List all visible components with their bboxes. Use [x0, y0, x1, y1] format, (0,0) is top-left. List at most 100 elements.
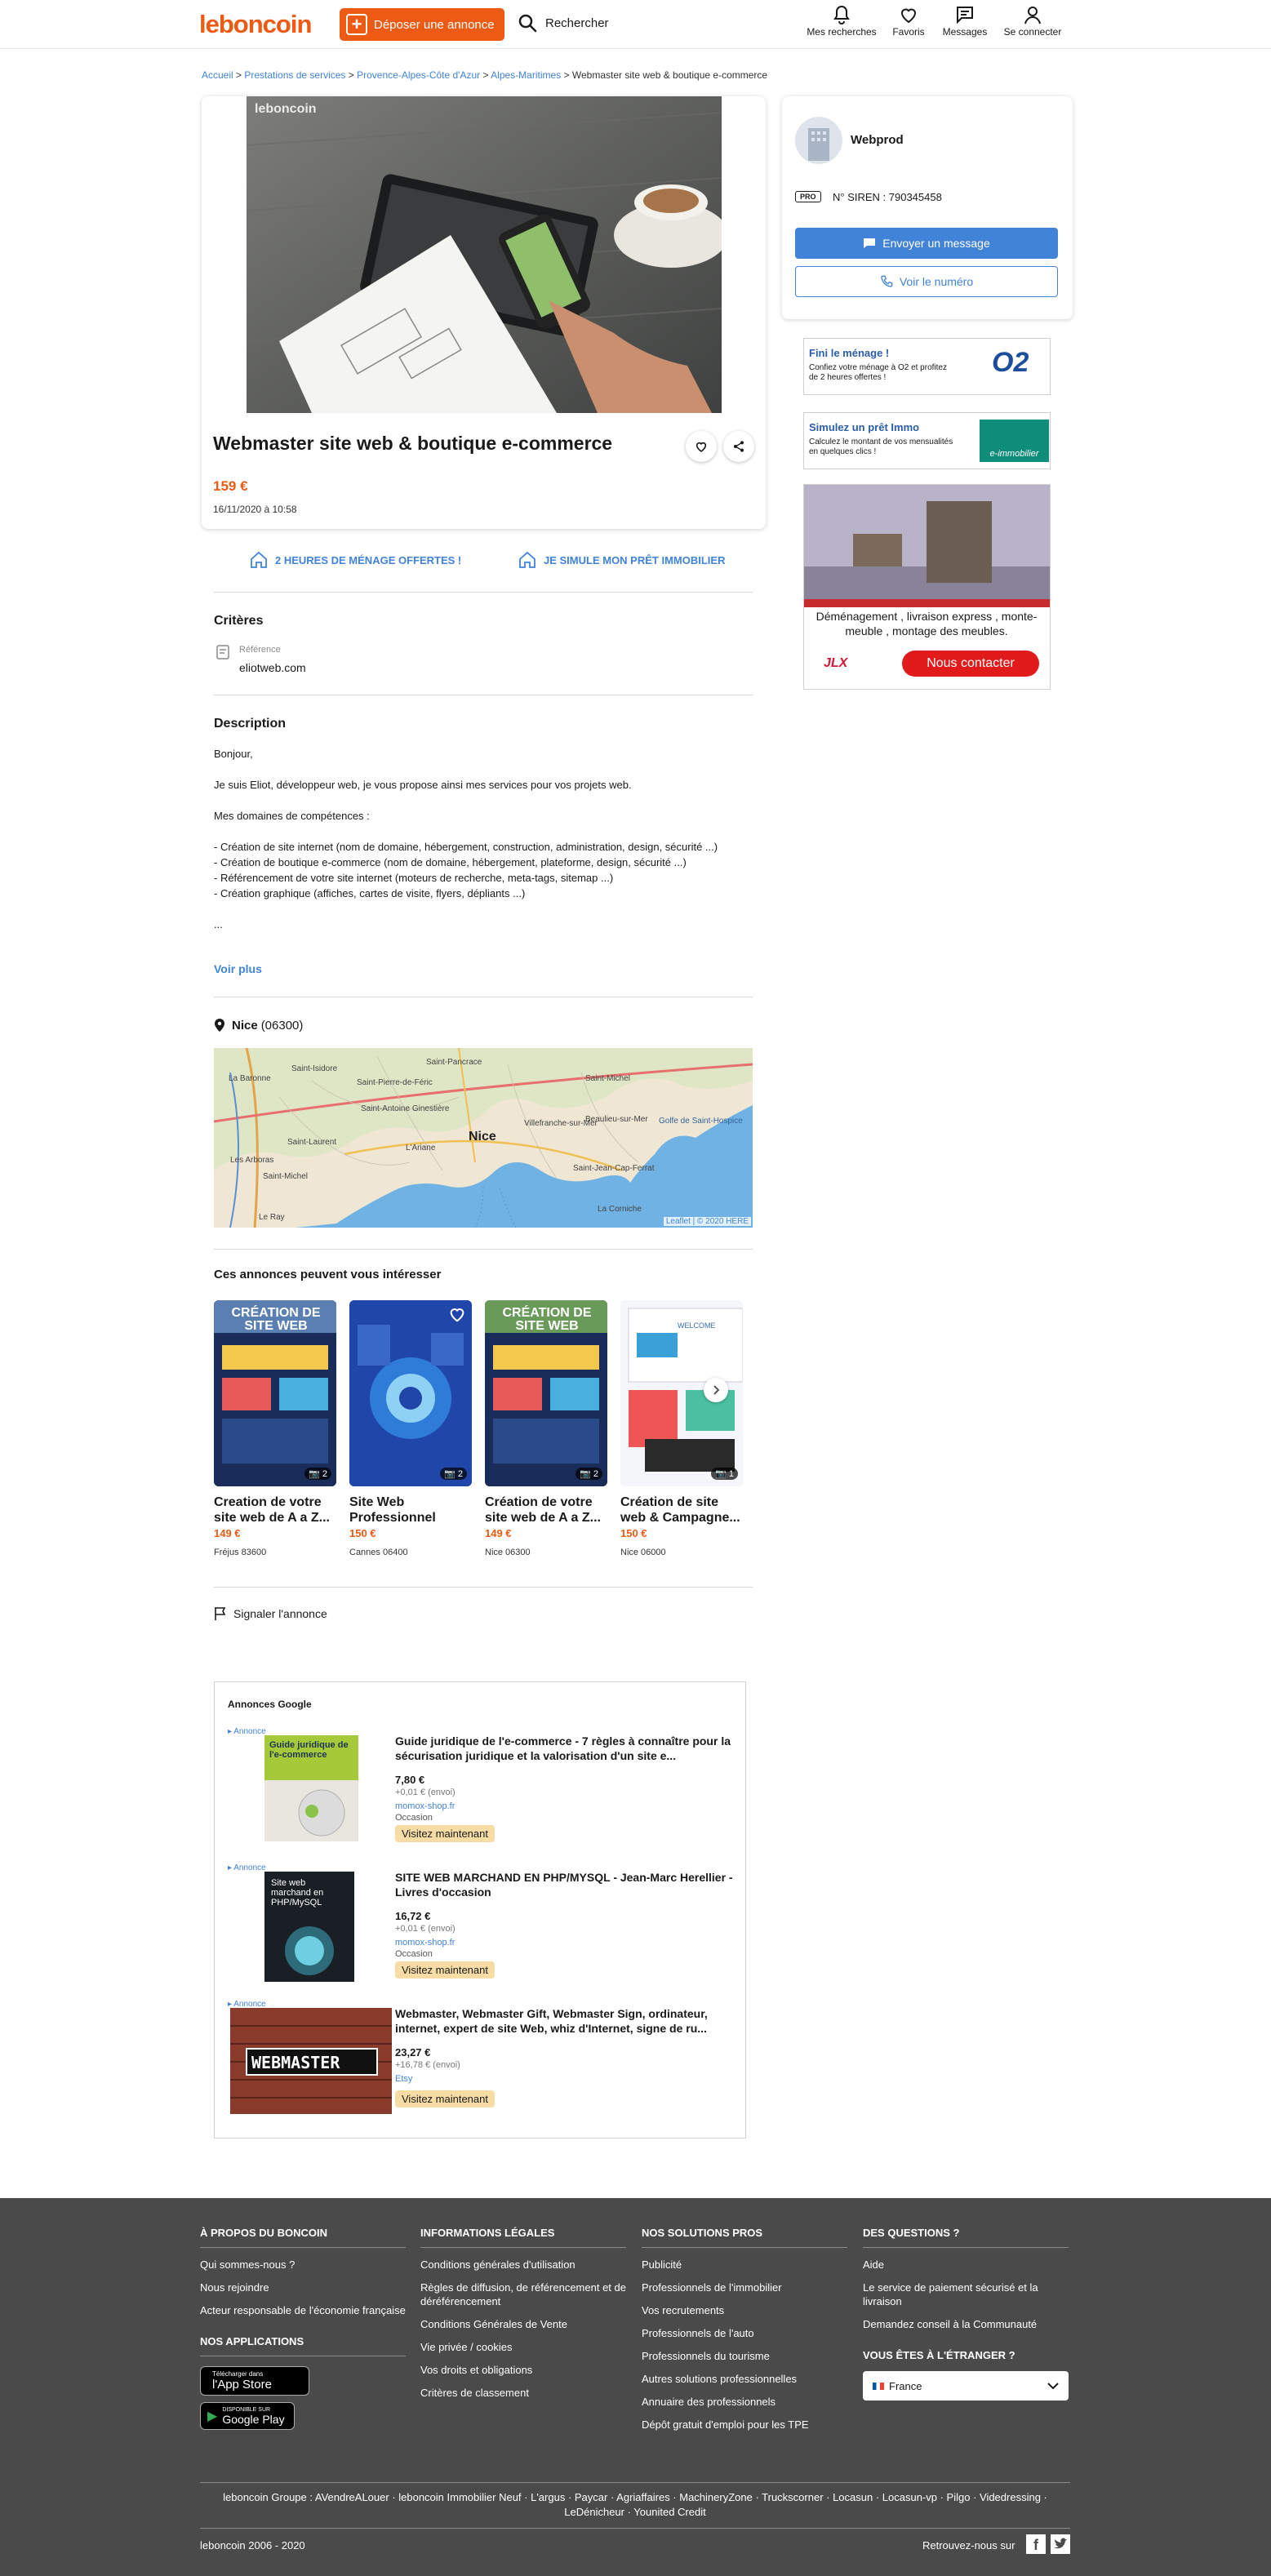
footer-link[interactable]: Professionnels du tourisme — [642, 2349, 847, 2363]
related-ad-card[interactable]: CRÉATION DE SITE WEB 📷 2 Creation de vot… — [214, 1300, 336, 1557]
twitter-icon[interactable] — [1051, 2534, 1070, 2554]
footer-link[interactable]: Acteur responsable de l'économie françai… — [200, 2303, 406, 2317]
footer-link[interactable]: Critères de classement — [420, 2386, 626, 2400]
share-button[interactable] — [723, 431, 754, 462]
description-paragraph: ... — [214, 918, 223, 930]
play-icon: ▶ — [207, 2409, 218, 2423]
search-label: Rechercher — [545, 16, 609, 30]
footer-link[interactable]: Publicité — [642, 2258, 847, 2272]
description-body: Bonjour, Je suis Eliot, développeur web,… — [214, 746, 753, 932]
message-icon — [957, 7, 973, 24]
side-ad-title: Fini le ménage ! — [809, 347, 890, 359]
report-ad-label: Signaler l'annonce — [233, 1607, 327, 1620]
seller-avatar[interactable] — [795, 117, 842, 164]
footer-link[interactable]: Aide — [863, 2258, 1069, 2272]
house-icon — [519, 551, 536, 568]
send-message-button[interactable]: Envoyer un message — [795, 228, 1058, 259]
post-ad-button[interactable]: + Déposer une annonce — [340, 8, 504, 41]
footer-link[interactable]: Vie privée / cookies — [420, 2340, 626, 2354]
footer-link[interactable]: Professionnels de l'immobilier — [642, 2281, 847, 2294]
footer-col-questions: DES QUESTIONS ? Aide Le service de paiem… — [863, 2227, 1069, 2401]
google-ad-item[interactable]: ▸ Annonce WEBMASTER Webmaster, Webmaster… — [228, 2000, 734, 2130]
breadcrumb-link[interactable]: Prestations de services — [244, 69, 345, 81]
related-ad-location: Cannes 06400 — [349, 1548, 408, 1557]
favorite-button[interactable] — [686, 431, 717, 462]
footer-link[interactable]: Règles de diffusion, de référencement et… — [420, 2281, 626, 2308]
seller-siren: N° SIREN : 790345458 — [833, 191, 942, 203]
map-attribution[interactable]: Leaflet | © 2020 HERE — [663, 1217, 751, 1226]
footer-link[interactable]: Annuaire des professionnels — [642, 2395, 847, 2409]
google-ad-item[interactable]: ▸ Annonce Site web marchand en PHP/MySQL… — [228, 1863, 734, 1994]
footer-link[interactable]: Vos recrutements — [642, 2303, 847, 2317]
nav-label: Se connecter — [1003, 26, 1062, 38]
footer-divider — [200, 2482, 1070, 2483]
breadcrumb-link[interactable]: Accueil — [202, 69, 233, 81]
side-ad-mortgage[interactable]: Simulez un prêt Immo Calculez le montant… — [803, 412, 1051, 469]
show-phone-button[interactable]: Voir le numéro — [795, 266, 1058, 297]
footer-link[interactable]: Professionnels de l'auto — [642, 2326, 847, 2340]
side-ad-o2[interactable]: Fini le ménage ! Confiez votre ménage à … — [803, 338, 1051, 395]
seller-name[interactable]: Webprod — [851, 133, 904, 147]
footer-link[interactable]: Demandez conseil à la Communauté — [863, 2317, 1069, 2331]
leboncoin-logo[interactable]: leboncoin — [199, 10, 312, 39]
google-ad-item[interactable]: ▸ Annonce Guide juridique de l'e-commerc… — [228, 1727, 734, 1858]
group-links[interactable]: leboncoin Groupe : AVendreALouer · lebon… — [200, 2490, 1070, 2520]
footer-col-about: À PROPOS DU BONCOIN Qui sommes-nous ? No… — [200, 2227, 406, 2430]
nav-login[interactable]: Se connecter — [992, 5, 1073, 38]
phone-icon — [881, 275, 893, 287]
footer-link[interactable]: Autres solutions professionnelles — [642, 2372, 847, 2386]
ad-photo[interactable]: leboncoin — [247, 96, 722, 413]
footer-link[interactable]: Conditions Générales de Vente — [420, 2317, 626, 2331]
visit-now-button[interactable]: Visitez maintenant — [395, 1825, 495, 1842]
see-more-link[interactable]: Voir plus — [214, 962, 262, 975]
ad-price: 159 € — [213, 478, 248, 494]
footer-link[interactable]: Le service de paiement sécurisé et la li… — [863, 2281, 1069, 2308]
related-ad-image-text: CRÉATION DE SITE WEB — [502, 1306, 592, 1333]
google-ad-condition: Occasion — [395, 1813, 433, 1823]
carousel-next-button[interactable] — [704, 1378, 728, 1402]
side-ad-moving[interactable]: Déménagement , livraison express , monte… — [803, 484, 1051, 690]
google-ad-store: momox-shop.fr — [395, 1938, 456, 1948]
heart-icon — [900, 8, 917, 24]
france-flag-icon — [873, 2382, 884, 2390]
related-ad-card[interactable]: WELCOME 📷 1 Création de site web & Campa… — [620, 1300, 743, 1557]
flag-icon — [215, 1607, 226, 1620]
contact-us-button[interactable]: Nous contacter — [902, 651, 1039, 677]
visit-now-button[interactable]: Visitez maintenant — [395, 1961, 495, 1979]
footer-link[interactable]: Vos droits et obligations — [420, 2363, 626, 2377]
heart-icon — [695, 442, 707, 453]
map-label: Beaulieu-sur-Mer — [585, 1115, 648, 1124]
related-ad-image-text: WELCOME — [678, 1321, 716, 1330]
search-button[interactable]: Rechercher — [518, 13, 609, 33]
facebook-icon[interactable]: f — [1026, 2534, 1046, 2554]
related-ad-card[interactable]: 📷 2 Site Web Professionnel 150 € Cannes … — [349, 1300, 472, 1557]
country-select[interactable]: France — [863, 2371, 1069, 2401]
photo-count-badge: 📷 1 — [711, 1468, 738, 1480]
heart-icon[interactable] — [447, 1305, 467, 1323]
promo-link-mortgage[interactable]: JE SIMULE MON PRÊT IMMOBILIER — [518, 550, 725, 570]
site-header: leboncoin + Déposer une annonce Recherch… — [0, 0, 1271, 49]
post-ad-label: Déposer une annonce — [374, 17, 495, 32]
google-ad-image: WEBMASTER — [230, 2008, 392, 2114]
location-map[interactable]: La Baronne Saint-Isidore Saint-Pierre-de… — [214, 1048, 753, 1228]
related-ad-card[interactable]: CRÉATION DE SITE WEB 📷 2 Création de vot… — [485, 1300, 607, 1557]
footer-link[interactable]: Dépôt gratuit d'emploi pour les TPE — [642, 2418, 847, 2432]
promo-link-cleaning[interactable]: 2 HEURES DE MÉNAGE OFFERTES ! — [249, 550, 461, 570]
nav-label: Messages — [942, 26, 988, 38]
related-ad-title: Création de votre site web de A a Z... — [485, 1495, 601, 1525]
google-play-badge[interactable]: ▶ DISPONIBLE SUR Google Play — [200, 2402, 295, 2430]
report-ad-link[interactable]: Signaler l'annonce — [214, 1606, 327, 1621]
related-ad-image-text: CRÉATION DE SITE WEB — [231, 1306, 321, 1333]
map-label: Golfe de Saint-Hospice — [659, 1117, 743, 1126]
map-label: Saint-Michel — [585, 1074, 630, 1083]
breadcrumb-link[interactable]: Provence-Alpes-Côte d'Azur — [357, 69, 480, 81]
footer-link[interactable]: Conditions générales d'utilisation — [420, 2258, 626, 2272]
breadcrumb-link[interactable]: Alpes-Maritimes — [491, 69, 561, 81]
google-ad-image: Site web marchand en PHP/MySQL — [264, 1872, 354, 1982]
visit-now-button[interactable]: Visitez maintenant — [395, 2090, 495, 2107]
footer-link[interactable]: Qui sommes-nous ? — [200, 2258, 406, 2272]
app-store-badge[interactable]: Télécharger dans l'App Store — [200, 2366, 309, 2396]
footer-link[interactable]: Nous rejoindre — [200, 2281, 406, 2294]
map-label: Saint-Antoine Ginestière — [361, 1104, 450, 1113]
footer-divider — [200, 2528, 1070, 2529]
